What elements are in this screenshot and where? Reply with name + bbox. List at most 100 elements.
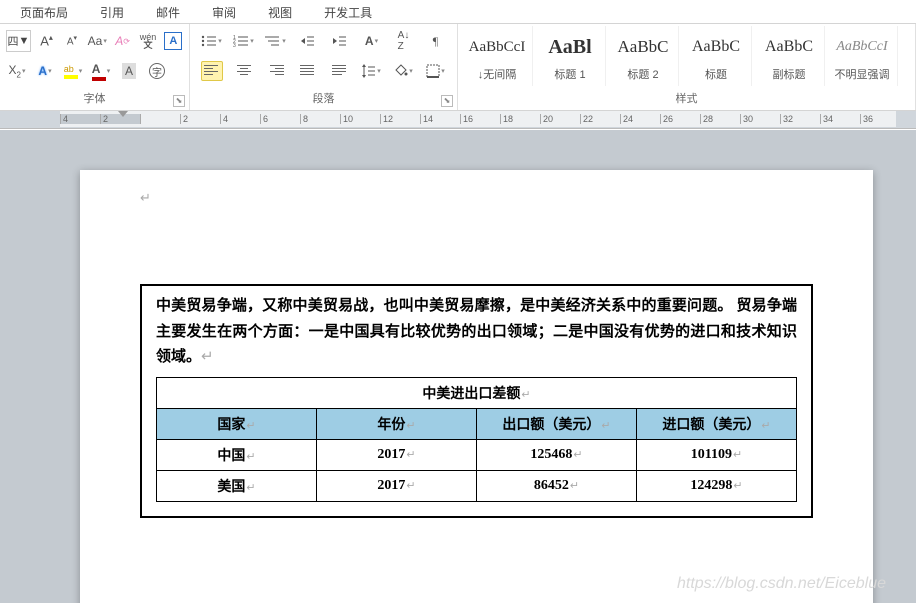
clear-formatting-button[interactable]: A⟳ <box>113 31 132 51</box>
menu-bar: 页面布局 引用 邮件 审阅 视图 开发工具 <box>0 0 916 24</box>
character-shading-button[interactable]: A <box>118 61 140 81</box>
menu-developer[interactable]: 开发工具 <box>308 0 388 23</box>
style-item-3[interactable]: AaBbC 标题 <box>681 26 752 86</box>
ribbon-font-group: 四▼ A▴ A▾ Aa▾ A⟳ wén文 A X2▾ A▾ ab▾ A▾ A 字 <box>0 24 190 110</box>
ruler-tick: 26 <box>660 114 700 124</box>
ruler[interactable]: 4224681012141618202224262830323436384042… <box>0 111 916 129</box>
line-spacing-button[interactable]: ▾ <box>361 61 383 81</box>
table-header-cell[interactable]: 国家↵ <box>157 408 317 439</box>
menu-mailings[interactable]: 邮件 <box>140 0 196 23</box>
table-cell[interactable]: 2017↵ <box>317 470 477 501</box>
highlight-button[interactable]: ab▾ <box>62 61 84 81</box>
numbering-button[interactable]: 123▾ <box>233 31 255 51</box>
table-title-cell[interactable]: 中美进出口差额↵ <box>157 377 797 408</box>
bullets-button[interactable]: ▾ <box>201 31 223 51</box>
style-item-1[interactable]: AaBl标题 1 <box>535 26 606 86</box>
align-left-button[interactable] <box>201 61 223 81</box>
ruler-tick: 36 <box>860 114 896 124</box>
style-item-4[interactable]: AaBbC 副标题 <box>754 26 825 86</box>
svg-text:3: 3 <box>233 43 236 47</box>
ruler-tick: 30 <box>740 114 780 124</box>
table-cell[interactable]: 124298↵ <box>637 470 797 501</box>
table-cell[interactable]: 美国↵ <box>157 470 317 501</box>
style-preview: AaBbCcI <box>836 30 887 64</box>
paragraph-mark-icon: ↵ <box>140 190 151 205</box>
table-row[interactable]: 美国↵2017↵86452↵124298↵ <box>157 470 797 501</box>
ruler-tick: 16 <box>460 114 500 124</box>
style-name: 不明显强调 <box>835 66 890 82</box>
ruler-tick: 8 <box>300 114 340 124</box>
decrease-indent-button[interactable] <box>297 31 319 51</box>
table-header-cell[interactable]: 出口额（美元）↵ <box>477 408 637 439</box>
page[interactable]: ↵ 中美贸易争端，又称中美贸易战，也叫中美贸易摩擦，是中美经济关系中的重要问题。… <box>80 170 873 603</box>
multilevel-list-button[interactable]: ▾ <box>265 31 287 51</box>
enclose-characters-button[interactable]: 字 <box>146 61 168 81</box>
ruler-tick: 20 <box>540 114 580 124</box>
intro-paragraph[interactable]: 中美贸易争端，又称中美贸易战，也叫中美贸易摩擦，是中美经济关系中的重要问题。 贸… <box>156 294 797 371</box>
increase-indent-button[interactable] <box>329 31 351 51</box>
ruler-tick: 12 <box>380 114 420 124</box>
menu-page-layout[interactable]: 页面布局 <box>4 0 84 23</box>
ruler-tick: 10 <box>340 114 380 124</box>
sort-button[interactable]: A↓Z <box>393 31 415 51</box>
table-cell[interactable]: 86452↵ <box>477 470 637 501</box>
ribbon-styles-group: AaBbCcI↓无间隔AaBl标题 1AaBbC标题 2AaBbC标题AaBbC… <box>458 24 916 110</box>
menu-references[interactable]: 引用 <box>84 0 140 23</box>
ruler-tick: 14 <box>420 114 460 124</box>
font-size-selector[interactable]: 四▼ <box>6 30 31 52</box>
style-preview: AaBbC <box>765 30 813 64</box>
paragraph-dialog-launcher[interactable]: ⬊ <box>441 95 453 107</box>
table-header-cell[interactable]: 年份↵ <box>317 408 477 439</box>
font-dialog-launcher[interactable]: ⬊ <box>173 95 185 107</box>
document-area: ↵ 中美贸易争端，又称中美贸易战，也叫中美贸易摩擦，是中美经济关系中的重要问题。… <box>0 130 916 603</box>
grow-font-button[interactable]: A▴ <box>37 31 56 51</box>
data-table[interactable]: 中美进出口差额↵ 国家↵年份↵出口额（美元）↵进口额（美元）↵ 中国↵2017↵… <box>156 377 797 502</box>
table-header-cell[interactable]: 进口额（美元）↵ <box>637 408 797 439</box>
styles-group-label: 样式 <box>458 88 915 110</box>
show-marks-button[interactable]: ¶ <box>425 31 447 51</box>
style-name: 副标题 <box>773 66 806 82</box>
phonetic-guide-button[interactable]: wén文 <box>138 31 157 51</box>
style-name: ↓无间隔 <box>478 66 517 82</box>
ruler-tick: 22 <box>580 114 620 124</box>
text-effects-button[interactable]: A▾ <box>34 61 56 81</box>
table-row[interactable]: 中国↵2017↵125468↵101109↵ <box>157 439 797 470</box>
text-frame[interactable]: 中美贸易争端，又称中美贸易战，也叫中美贸易摩擦，是中美经济关系中的重要问题。 贸… <box>140 284 813 518</box>
ruler-tick <box>140 114 180 124</box>
ruler-tick: 18 <box>500 114 540 124</box>
table-cell[interactable]: 中国↵ <box>157 439 317 470</box>
style-item-0[interactable]: AaBbCcI ↓无间隔 <box>462 26 533 86</box>
shrink-font-button[interactable]: A▾ <box>62 31 81 51</box>
style-preview: AaBbC <box>618 30 669 64</box>
ruler-tick: 32 <box>780 114 820 124</box>
character-border-button[interactable]: A <box>164 31 183 51</box>
align-center-button[interactable] <box>233 61 255 81</box>
align-distribute-button[interactable] <box>329 61 351 81</box>
table-cell[interactable]: 2017↵ <box>317 439 477 470</box>
ruler-tick: 34 <box>820 114 860 124</box>
align-right-button[interactable] <box>265 61 287 81</box>
ruler-tick: 4 <box>220 114 260 124</box>
style-item-2[interactable]: AaBbC 标题 2 <box>608 26 679 86</box>
style-name: 标题 2 <box>627 66 658 82</box>
align-justify-button[interactable] <box>297 61 319 81</box>
borders-button[interactable]: ▾ <box>425 61 447 81</box>
text-direction-button[interactable]: A▾ <box>361 31 383 51</box>
style-preview: AaBl <box>548 30 591 64</box>
watermark: https://blog.csdn.net/Eiceblue <box>677 575 886 593</box>
table-cell[interactable]: 101109↵ <box>637 439 797 470</box>
table-cell[interactable]: 125468↵ <box>477 439 637 470</box>
style-preview: AaBbC <box>692 30 740 64</box>
style-item-5[interactable]: AaBbCcI 不明显强调 <box>827 26 898 86</box>
menu-view[interactable]: 视图 <box>252 0 308 23</box>
style-preview: AaBbCcI <box>469 30 526 64</box>
indent-marker-icon[interactable] <box>118 111 128 119</box>
menu-review[interactable]: 审阅 <box>196 0 252 23</box>
shading-button[interactable]: ▾ <box>393 61 415 81</box>
change-case-button[interactable]: Aa▾ <box>88 31 107 51</box>
ruler-tick: 2 <box>180 114 220 124</box>
ruler-tick: 4 <box>60 114 100 124</box>
style-name: 标题 <box>705 66 727 82</box>
font-color-button[interactable]: A▾ <box>90 61 112 81</box>
subscript-button[interactable]: X2▾ <box>6 61 28 81</box>
